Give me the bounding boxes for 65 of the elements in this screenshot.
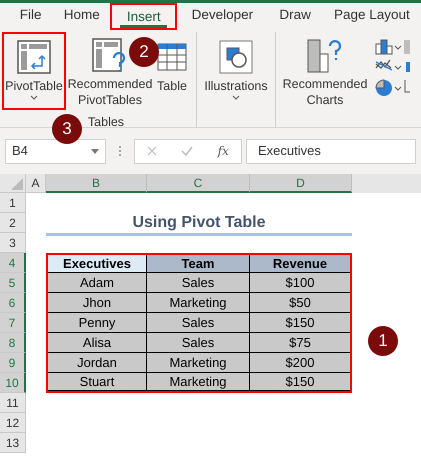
name-box-value: B4: [12, 142, 28, 160]
row-header[interactable]: 7: [0, 313, 26, 333]
table-cell: Penny: [48, 313, 147, 333]
caret-icon: [30, 95, 38, 100]
row-header[interactable]: 9: [0, 353, 26, 373]
pivot-table-icon: [17, 40, 51, 74]
ribbon-button[interactable]: Recommended Charts: [282, 32, 368, 110]
select-all-icon[interactable]: [11, 178, 23, 190]
ribbon-tab[interactable]: Home: [53, 3, 110, 30]
name-box[interactable]: B4: [5, 138, 106, 164]
row-header[interactable]: 12: [0, 413, 26, 433]
table-cell: Jhon: [48, 293, 147, 313]
column-header[interactable]: B: [46, 174, 147, 193]
row-header[interactable]: 13: [0, 433, 26, 453]
row-header[interactable]: 1: [0, 193, 26, 213]
ribbon-tab[interactable]: Insert: [110, 3, 178, 30]
sheet-title: Using Pivot Table: [132, 213, 266, 233]
column-header[interactable]: C: [147, 174, 250, 193]
table-cell: Stuart: [48, 373, 147, 391]
table-cell: Marketing: [147, 373, 250, 391]
row-header[interactable]: 8: [0, 333, 26, 353]
table-cell: $100: [250, 273, 350, 293]
ribbon-tab[interactable]: Page Layout: [322, 3, 421, 30]
table-cell: Sales: [147, 313, 250, 333]
ribbon-button[interactable]: Illustrations: [203, 32, 269, 110]
dropdown-arrow-icon: [91, 148, 99, 154]
table-cell: $150: [250, 313, 350, 333]
column-header[interactable]: A: [26, 174, 46, 193]
row-header[interactable]: 11: [0, 393, 26, 413]
ribbon-button[interactable]: PivotTable: [2, 32, 66, 110]
caret-icon: [232, 95, 240, 100]
ribbon-tab[interactable]: File: [8, 3, 54, 30]
table-cell: Sales: [147, 273, 250, 293]
row-header[interactable]: 4: [0, 253, 26, 273]
row-header[interactable]: 10: [0, 373, 26, 393]
row-header[interactable]: 2: [0, 213, 26, 233]
table-cell: $150: [250, 373, 350, 391]
formula-field[interactable]: Executives: [246, 138, 416, 164]
table-cell: Marketing: [147, 353, 250, 373]
row-header[interactable]: 5: [0, 273, 26, 293]
ribbon-tab[interactable]: Draw: [268, 3, 323, 30]
table-cell: Marketing: [147, 293, 250, 313]
table-cell: Jordan: [48, 353, 147, 373]
shapes-icon: [219, 40, 253, 74]
table-icon: [157, 43, 187, 71]
table-cell: Adam: [48, 273, 147, 293]
column-header[interactable]: D: [250, 174, 352, 193]
table-cell: Sales: [147, 333, 250, 353]
column-heading: Team: [147, 255, 250, 273]
column-heading[interactable]: Executives: [48, 255, 147, 273]
table-cell: $200: [250, 353, 350, 373]
row-header[interactable]: 6: [0, 293, 26, 313]
insert-function-button[interactable]: fx: [218, 142, 229, 160]
group-label: Tables: [88, 114, 124, 131]
cancel-button[interactable]: [147, 146, 158, 156]
table-cell: $50: [250, 293, 350, 313]
pivot-table-question-icon: [92, 38, 128, 74]
table-cell: Alisa: [48, 333, 147, 353]
step-number-badge: 1: [368, 326, 398, 356]
table-cell: $75: [250, 333, 350, 353]
row-header[interactable]: 3: [0, 233, 26, 253]
ribbon-tab[interactable]: Developer: [177, 3, 268, 30]
bar-chart-question-icon: [306, 38, 344, 74]
column-heading: Revenue: [250, 255, 350, 273]
enter-button[interactable]: [181, 146, 194, 156]
